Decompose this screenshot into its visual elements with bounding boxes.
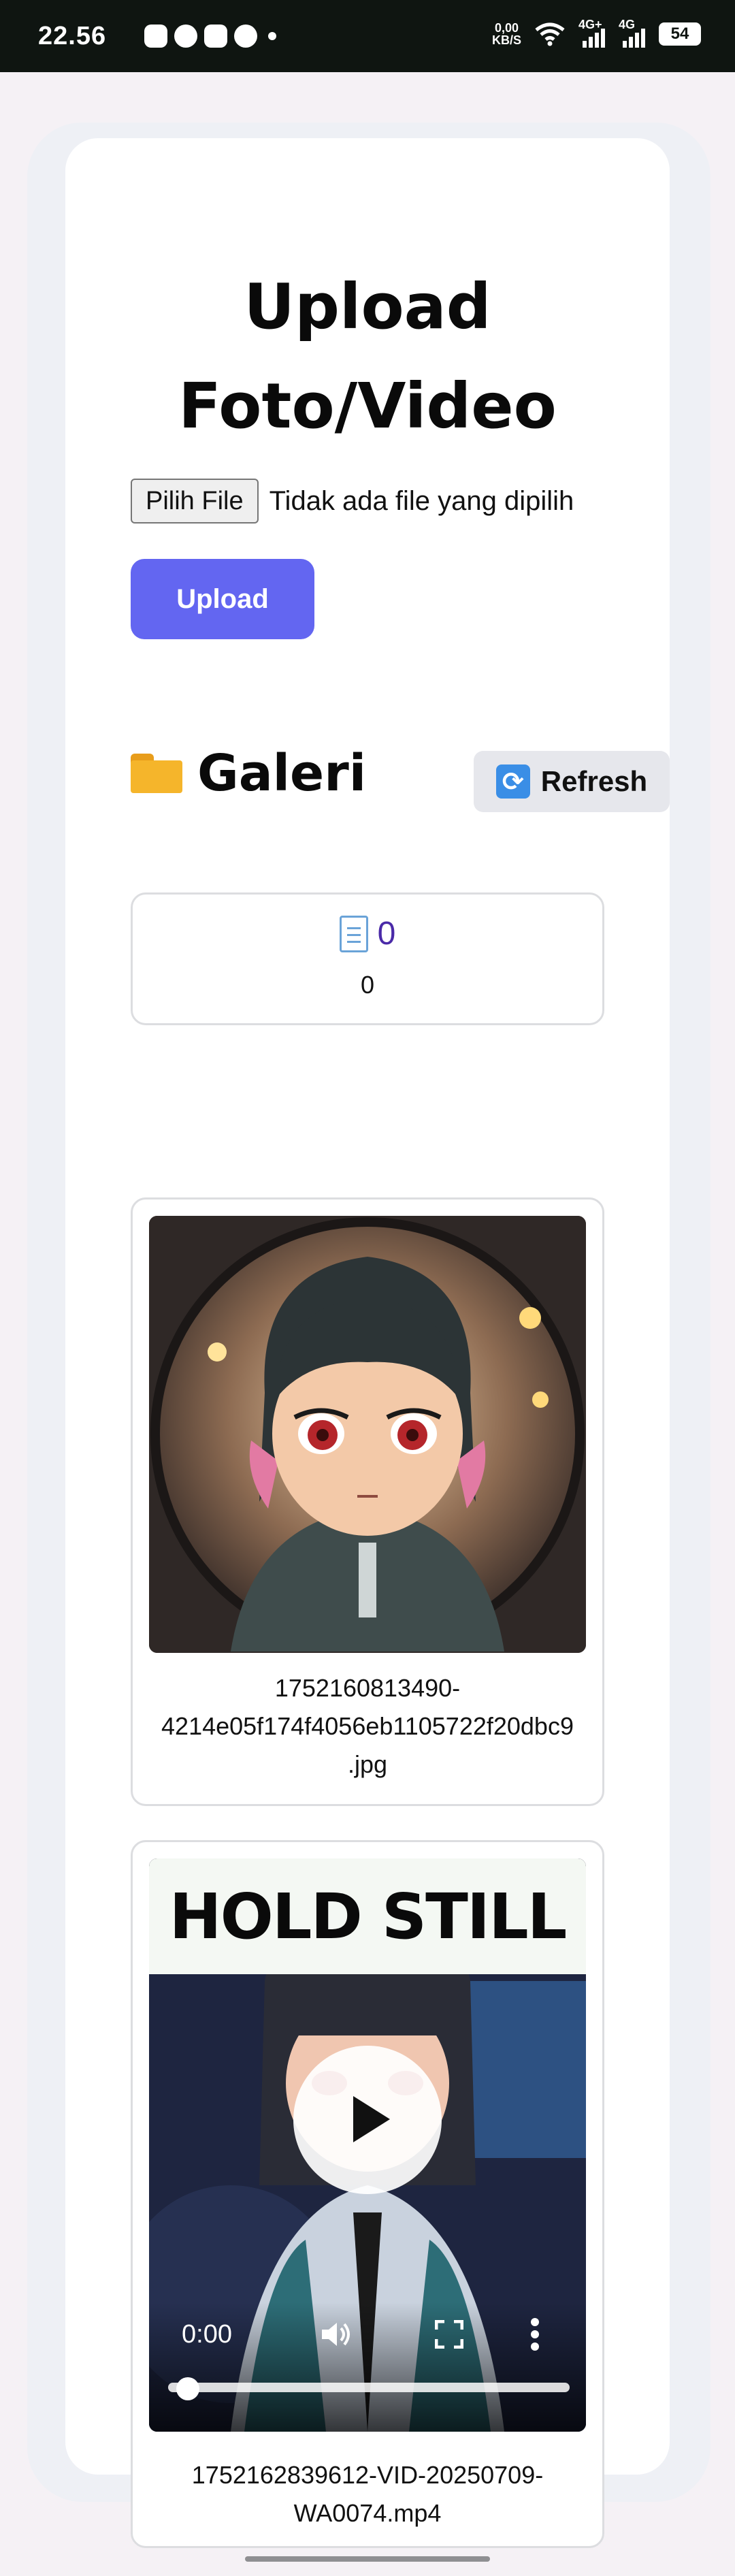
more-notifications-icon (268, 32, 276, 40)
video-caption: 1752162839612-VID-20250709- WA0074.mp4 (191, 2461, 544, 2527)
gallery-item-video: HOLD STILL 0:00 1752162839612-VID-202507… (131, 1840, 604, 2548)
page-title: Upload Foto/Video (178, 270, 557, 442)
gallery-title: Galeri (197, 744, 367, 803)
net-speed: 0,00 KB/S (491, 21, 521, 47)
status-time: 22.56 (38, 22, 107, 50)
game-controller-icon (144, 25, 167, 48)
seek-handle[interactable] (176, 2377, 199, 2400)
signal-4g-plus-icon: 4G+ (578, 18, 605, 48)
chat-icon (204, 25, 227, 48)
notification-icons (144, 25, 276, 48)
video-overlay-text: HOLD STILL (149, 1858, 586, 1974)
signal-4g-icon: 4G (619, 18, 645, 48)
video-player[interactable]: HOLD STILL 0:00 (149, 1858, 586, 2432)
refresh-icon: ⟳ (495, 764, 530, 799)
volume-icon[interactable] (321, 2320, 352, 2349)
status-indicators: 0,00 KB/S 4G+ 4G 54 (491, 18, 701, 48)
document-link[interactable]: 0 (133, 915, 602, 952)
play-button[interactable] (293, 2046, 442, 2194)
wifi-icon (535, 22, 565, 46)
more-options-icon[interactable] (530, 2317, 540, 2351)
seek-bar[interactable] (168, 2383, 570, 2392)
refresh-label: Refresh (540, 765, 648, 797)
video-time: 0:00 (182, 2320, 232, 2349)
whatsapp-icon (234, 25, 257, 48)
gallery-item-image: 1752160813490- 4214e05f174f4056eb1105722… (131, 1197, 604, 1806)
refresh-button[interactable]: ⟳ Refresh (474, 751, 670, 812)
facebook-icon (174, 25, 197, 48)
gallery-header: Galeri (131, 744, 366, 803)
battery-icon: 54 (659, 22, 701, 46)
anime-portrait-image (149, 1216, 586, 1653)
choose-file-button[interactable]: Pilih File (131, 479, 259, 524)
video-controls: 0:00 (149, 2302, 586, 2432)
upload-button[interactable]: Upload (131, 559, 314, 639)
document-icon (339, 915, 368, 952)
document-name: 0 (360, 971, 375, 999)
home-indicator[interactable] (245, 2556, 490, 2562)
fullscreen-icon[interactable] (435, 2320, 463, 2349)
file-status-text: Tidak ada file yang dipilih (269, 485, 574, 516)
folder-icon (131, 754, 182, 793)
upload-card: Upload Foto/Video Pilih File Tidak ada f… (65, 138, 670, 2548)
document-link-text[interactable]: 0 (378, 915, 396, 952)
gallery-image[interactable] (149, 1216, 586, 1653)
file-input[interactable]: Pilih File Tidak ada file yang dipilih (131, 479, 574, 524)
status-bar: 22.56 0,00 KB/S 4G+ 4G 54 (0, 0, 735, 72)
image-caption: 1752160813490- 4214e05f174f4056eb1105722… (161, 1674, 574, 1778)
gallery-item-document: 0 0 (131, 892, 604, 1025)
